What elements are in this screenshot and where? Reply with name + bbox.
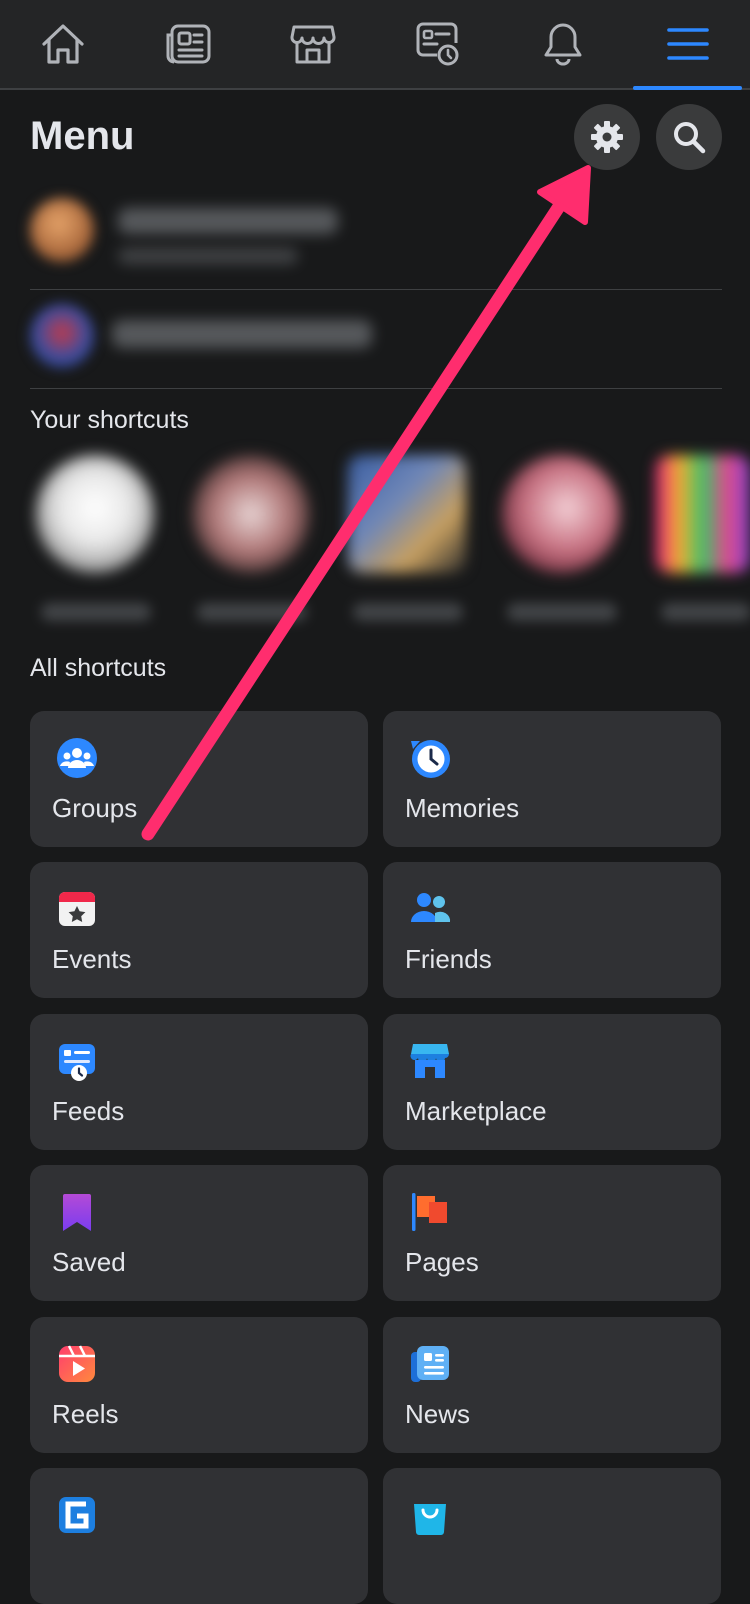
shortcut-image [502,455,620,573]
search-button[interactable] [656,104,722,170]
tile-feeds[interactable]: Feeds [30,1014,368,1150]
home-icon [41,24,84,64]
shortcut-image [36,455,154,573]
tile-friends[interactable]: Friends [383,862,721,998]
groups-icon [57,738,97,778]
tile-reels[interactable]: Reels [30,1317,368,1453]
tile-marketplace[interactable]: Marketplace [383,1014,721,1150]
divider [30,388,722,389]
tile-label: Friends [405,944,492,974]
tile-news[interactable]: News [383,1317,721,1453]
shortcut-image [192,455,310,573]
shortcut-image [348,455,466,573]
page-name-blurred [112,320,372,348]
all-shortcuts-heading: All shortcuts [30,654,167,682]
shopping-bag-icon [414,1504,446,1535]
shortcut-item[interactable] [502,455,622,635]
events-icon [59,892,95,926]
settings-button[interactable] [574,104,640,170]
tile-label: Saved [52,1247,126,1277]
divider [30,289,722,290]
your-shortcuts-heading: Your shortcuts [30,406,189,434]
pages-icon [412,1193,447,1231]
tile-label: Events [52,944,132,974]
shortcut-caption-blurred [353,603,463,621]
nav-news-feed[interactable] [125,0,250,88]
top-navigation-bar [0,0,750,90]
marketplace-icon [410,1044,449,1078]
profile-name-blurred [118,208,338,234]
gear-icon [591,121,623,153]
tile-label: Feeds [52,1096,125,1126]
marketplace-icon [290,25,335,64]
shortcut-item[interactable] [36,455,156,635]
avatar [30,198,94,262]
friends-icon [411,893,451,922]
nav-notifications[interactable] [500,0,625,88]
feeds-icon [59,1044,95,1081]
menu-hamburger-icon [666,28,709,60]
nav-marketplace[interactable] [250,0,375,88]
tile-label: News [405,1399,471,1429]
shortcut-item[interactable] [656,455,750,635]
memories-icon [411,740,450,778]
tile-events[interactable]: Events [30,862,368,998]
tile-pages[interactable]: Pages [383,1165,721,1301]
shortcut-caption-blurred [661,603,750,621]
menu-header: Menu [30,104,722,174]
shortcut-caption-blurred [507,603,617,621]
shortcut-caption-blurred [197,603,307,621]
nav-menu[interactable] [625,0,750,90]
shortcut-item[interactable] [192,455,312,635]
shortcut-caption-blurred [41,603,151,621]
saved-icon [63,1194,91,1231]
gaming-icon [59,1497,95,1533]
news-icon [411,1346,449,1382]
tile-label: Marketplace [405,1096,547,1126]
search-icon [674,122,706,154]
page-profile-row[interactable] [30,304,722,384]
reels-icon [59,1345,95,1382]
tile-saved[interactable]: Saved [30,1165,368,1301]
tile-label: Reels [52,1399,119,1429]
shortcut-item[interactable] [348,455,468,635]
shortcut-image [656,455,750,573]
tile-memories[interactable]: Memories [383,711,721,847]
news-feed-icon [166,24,210,64]
tile-partial-right[interactable] [383,1468,721,1604]
profile-row[interactable] [30,198,722,278]
nav-feeds[interactable] [375,0,500,88]
tile-label: Pages [405,1247,479,1277]
notifications-bell-icon [544,23,581,66]
page-avatar [30,304,94,368]
profile-subtitle-blurred [118,248,298,264]
tile-label: Groups [52,793,138,823]
page-title: Menu [30,114,135,158]
tile-label: Memories [405,793,520,823]
feeds-icon [416,22,458,66]
tile-partial-left[interactable] [30,1468,368,1604]
nav-home[interactable] [0,0,125,88]
tile-groups[interactable]: Groups [30,711,368,847]
